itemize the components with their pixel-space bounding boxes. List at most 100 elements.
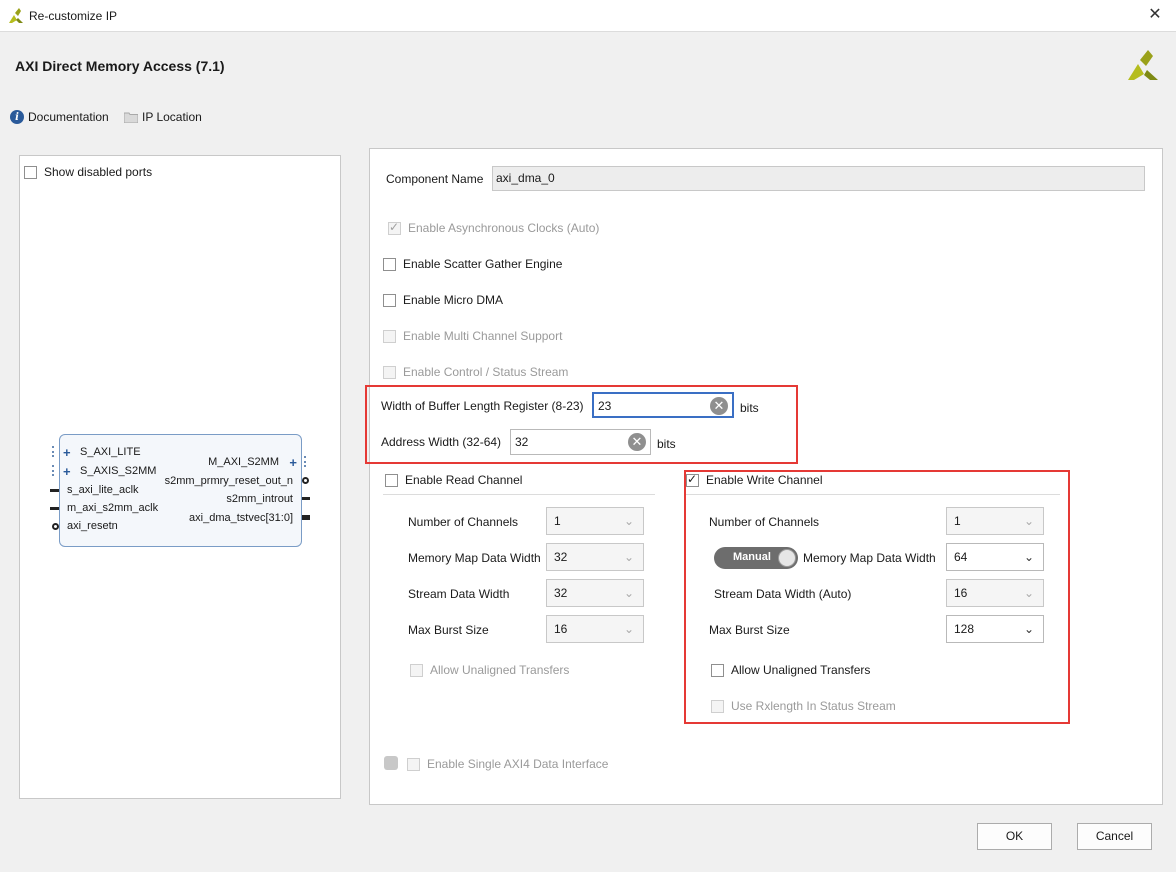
write-num-channels-select[interactable]: 1 ⌄ bbox=[946, 507, 1044, 535]
scatter-gather-label: Enable Scatter Gather Engine bbox=[403, 257, 563, 271]
read-num-channels-label: Number of Channels bbox=[408, 515, 519, 529]
read-mm-width-select[interactable]: 32 ⌄ bbox=[546, 543, 644, 571]
port-m-axi-s2mm-aclk: m_axi_s2mm_aclk bbox=[67, 502, 159, 514]
write-max-burst-label: Max Burst Size bbox=[709, 623, 790, 637]
clear-icon[interactable]: ✕ bbox=[628, 433, 646, 451]
pin bbox=[50, 489, 59, 492]
read-max-burst-value: 16 bbox=[554, 622, 568, 636]
show-disabled-ports-checkbox[interactable] bbox=[24, 165, 37, 179]
buffer-length-value: 23 bbox=[598, 399, 612, 413]
documentation-label: Documentation bbox=[28, 110, 109, 124]
divider bbox=[686, 494, 1060, 495]
control-status-checkbox bbox=[383, 365, 396, 379]
write-stream-width-select: 16 ⌄ bbox=[946, 579, 1044, 607]
manual-toggle-label: Manual bbox=[733, 551, 771, 563]
write-unaligned-row[interactable]: Allow Unaligned Transfers bbox=[711, 662, 870, 678]
toggle-knob bbox=[778, 549, 796, 567]
chevron-down-icon: ⌄ bbox=[623, 586, 634, 600]
show-disabled-ports-row[interactable]: Show disabled ports bbox=[24, 164, 152, 180]
xilinx-brand-icon bbox=[1128, 50, 1158, 80]
pin bbox=[50, 507, 59, 510]
read-stream-width-label: Stream Data Width bbox=[408, 587, 510, 601]
write-max-burst-select[interactable]: 128 ⌄ bbox=[946, 615, 1044, 643]
write-channel-row[interactable]: Enable Write Channel bbox=[686, 472, 823, 488]
read-channel-row[interactable]: Enable Read Channel bbox=[385, 472, 522, 488]
read-max-burst-select[interactable]: 16 ⌄ bbox=[546, 615, 644, 643]
documentation-link[interactable]: i Documentation bbox=[10, 109, 109, 125]
clear-icon[interactable]: ✕ bbox=[710, 397, 728, 415]
chevron-down-icon: ⌄ bbox=[1023, 622, 1034, 636]
write-num-channels-value: 1 bbox=[954, 514, 961, 528]
read-unaligned-checkbox bbox=[410, 663, 423, 677]
ip-block-symbol: + S_AXI_LITE + S_AXIS_S2MM s_axi_lite_ac… bbox=[59, 434, 302, 547]
port-s2mm-introut: s2mm_introut bbox=[226, 493, 293, 505]
control-status-label: Enable Control / Status Stream bbox=[403, 365, 569, 379]
read-num-channels-select[interactable]: 1 ⌄ bbox=[546, 507, 644, 535]
address-width-label: Address Width (32-64) bbox=[381, 435, 502, 449]
bus-pin bbox=[304, 456, 310, 467]
single-axi4-checkbox bbox=[407, 757, 420, 771]
port-axi-dma-tstvec: axi_dma_tstvec[31:0] bbox=[189, 512, 293, 524]
write-unaligned-label: Allow Unaligned Transfers bbox=[731, 663, 871, 677]
expand-plus-icon[interactable]: + bbox=[63, 446, 71, 459]
read-channel-label: Enable Read Channel bbox=[405, 473, 523, 487]
scatter-gather-row[interactable]: Enable Scatter Gather Engine bbox=[383, 256, 562, 272]
address-width-value: 32 bbox=[515, 435, 529, 449]
async-clocks-label: Enable Asynchronous Clocks (Auto) bbox=[408, 221, 600, 235]
write-mm-width-label: Memory Map Data Width bbox=[803, 551, 936, 565]
info-icon: i bbox=[10, 110, 24, 124]
write-mm-width-select[interactable]: 64 ⌄ bbox=[946, 543, 1044, 571]
expand-plus-icon[interactable]: + bbox=[289, 456, 297, 469]
read-stream-width-select[interactable]: 32 ⌄ bbox=[546, 579, 644, 607]
read-stream-width-value: 32 bbox=[554, 586, 568, 600]
async-clocks-checkbox bbox=[388, 220, 401, 235]
port-m-axi-s2mm: M_AXI_S2MM bbox=[208, 456, 279, 468]
micro-dma-checkbox[interactable] bbox=[383, 293, 396, 307]
rxlength-label: Use Rxlength In Status Stream bbox=[731, 699, 896, 713]
chevron-down-icon: ⌄ bbox=[623, 550, 634, 564]
bus-pin bbox=[52, 465, 58, 476]
write-num-channels-label: Number of Channels bbox=[709, 515, 820, 529]
component-name-label: Component Name bbox=[386, 172, 484, 186]
port-s-axi-lite: S_AXI_LITE bbox=[80, 446, 141, 458]
chevron-down-icon: ⌄ bbox=[1023, 550, 1034, 564]
pin-inverted bbox=[52, 523, 59, 530]
read-unaligned-row: Allow Unaligned Transfers bbox=[410, 662, 569, 678]
port-axi-resetn: axi_resetn bbox=[67, 520, 118, 532]
component-name-field[interactable]: axi_dma_0 bbox=[492, 166, 1145, 191]
expand-plus-icon[interactable]: + bbox=[63, 465, 71, 478]
multi-channel-label: Enable Multi Channel Support bbox=[403, 329, 563, 343]
buffer-length-input[interactable]: 23 ✕ bbox=[592, 392, 734, 418]
read-num-channels-value: 1 bbox=[554, 514, 561, 528]
show-disabled-ports-label: Show disabled ports bbox=[44, 165, 153, 179]
read-max-burst-label: Max Burst Size bbox=[408, 623, 489, 637]
chevron-down-icon: ⌄ bbox=[623, 622, 634, 636]
manual-toggle[interactable]: Manual bbox=[714, 547, 798, 569]
xilinx-logo-icon bbox=[9, 8, 23, 23]
ok-button[interactable]: OK bbox=[977, 823, 1052, 850]
async-clocks-row: Enable Asynchronous Clocks (Auto) bbox=[388, 220, 599, 236]
port-s-axis-s2mm: S_AXIS_S2MM bbox=[80, 465, 157, 477]
write-max-burst-value: 128 bbox=[954, 622, 975, 636]
folder-icon bbox=[124, 112, 138, 123]
write-channel-label: Enable Write Channel bbox=[706, 473, 823, 487]
buffer-length-unit: bits bbox=[740, 401, 759, 415]
write-unaligned-checkbox[interactable] bbox=[711, 663, 724, 677]
close-icon[interactable]: ✕ bbox=[1144, 4, 1166, 26]
read-mm-width-value: 32 bbox=[554, 550, 568, 564]
ip-location-link[interactable]: IP Location bbox=[124, 109, 202, 125]
read-channel-checkbox[interactable] bbox=[385, 473, 398, 487]
address-width-unit: bits bbox=[657, 437, 676, 451]
micro-dma-row[interactable]: Enable Micro DMA bbox=[383, 292, 503, 308]
read-unaligned-label: Allow Unaligned Transfers bbox=[430, 663, 570, 677]
chevron-down-icon: ⌄ bbox=[1023, 586, 1034, 600]
single-axi4-label: Enable Single AXI4 Data Interface bbox=[427, 757, 609, 771]
info-status-icon bbox=[384, 756, 398, 770]
single-axi4-row: Enable Single AXI4 Data Interface bbox=[407, 756, 608, 772]
scatter-gather-checkbox[interactable] bbox=[383, 257, 396, 271]
page-title: AXI Direct Memory Access (7.1) bbox=[15, 58, 225, 74]
cancel-button[interactable]: Cancel bbox=[1077, 823, 1152, 850]
address-width-input[interactable]: 32 ✕ bbox=[510, 429, 651, 455]
write-mm-width-value: 64 bbox=[954, 550, 968, 564]
write-channel-checkbox[interactable] bbox=[686, 472, 699, 487]
